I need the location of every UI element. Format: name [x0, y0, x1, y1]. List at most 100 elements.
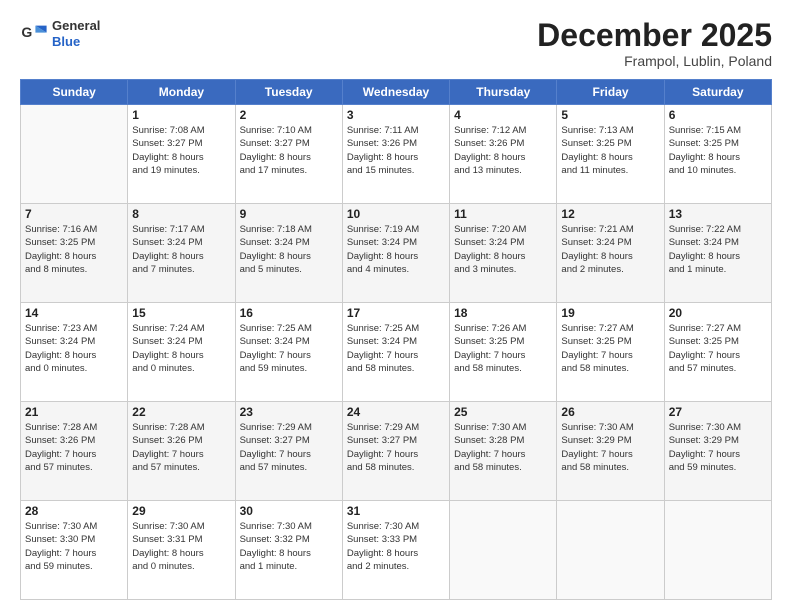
- week-row-0: 1 Sunrise: 7:08 AMSunset: 3:27 PMDaylight…: [21, 105, 772, 204]
- calendar-cell: 9 Sunrise: 7:18 AMSunset: 3:24 PMDaylight…: [235, 204, 342, 303]
- calendar-cell: 2Sunrise: 7:10 AMSunset: 3:27 PMDaylight…: [235, 105, 342, 204]
- title-block: December 2025 Frampol, Lublin, Poland: [537, 18, 772, 69]
- day-number: 5: [561, 108, 659, 122]
- day-info: Sunrise: 7:19 AMSunset: 3:24 PMDaylight:…: [347, 223, 445, 276]
- calendar-cell: 24 Sunrise: 7:29 AMSunset: 3:27 PMDayligh…: [342, 402, 449, 501]
- calendar-cell: 8 Sunrise: 7:17 AMSunset: 3:24 PMDaylight…: [128, 204, 235, 303]
- weekday-header-saturday: Saturday: [664, 80, 771, 105]
- day-number: 13: [669, 207, 767, 221]
- calendar: SundayMondayTuesdayWednesdayThursdayFrid…: [20, 79, 772, 600]
- day-number: 24: [347, 405, 445, 419]
- day-number: 7: [25, 207, 123, 221]
- header: G General Blue December 2025 Frampol, Lu…: [20, 18, 772, 69]
- day-number: 29: [132, 504, 230, 518]
- day-info: Sunrise: 7:30 AMSunset: 3:29 PMDaylight:…: [669, 421, 767, 474]
- calendar-cell: 23Sunrise: 7:29 AMSunset: 3:27 PMDayligh…: [235, 402, 342, 501]
- calendar-cell: 31 Sunrise: 7:30 AMSunset: 3:33 PMDayligh…: [342, 501, 449, 600]
- day-info: Sunrise: 7:24 AMSunset: 3:24 PMDaylight:…: [132, 322, 230, 375]
- day-number: 18: [454, 306, 552, 320]
- day-info: Sunrise: 7:27 AMSunset: 3:25 PMDaylight:…: [561, 322, 659, 375]
- day-info: Sunrise: 7:30 AMSunset: 3:30 PMDaylight:…: [25, 520, 123, 573]
- calendar-cell: 4 Sunrise: 7:12 AMSunset: 3:26 PMDaylight…: [450, 105, 557, 204]
- calendar-cell: 7 Sunrise: 7:16 AMSunset: 3:25 PMDaylight…: [21, 204, 128, 303]
- day-info: Sunrise: 7:29 AMSunset: 3:27 PMDaylight:…: [347, 421, 445, 474]
- day-info: Sunrise: 7:20 AMSunset: 3:24 PMDaylight:…: [454, 223, 552, 276]
- calendar-cell: 6 Sunrise: 7:15 AMSunset: 3:25 PMDaylight…: [664, 105, 771, 204]
- day-number: 19: [561, 306, 659, 320]
- day-number: 6: [669, 108, 767, 122]
- calendar-cell: 30Sunrise: 7:30 AMSunset: 3:32 PMDayligh…: [235, 501, 342, 600]
- day-number: 20: [669, 306, 767, 320]
- day-number: 4: [454, 108, 552, 122]
- day-info: Sunrise: 7:25 AMSunset: 3:24 PMDaylight:…: [240, 322, 338, 375]
- day-number: 27: [669, 405, 767, 419]
- day-info: Sunrise: 7:25 AMSunset: 3:24 PMDaylight:…: [347, 322, 445, 375]
- day-info: Sunrise: 7:08 AMSunset: 3:27 PMDaylight:…: [132, 124, 230, 177]
- day-info: Sunrise: 7:13 AMSunset: 3:25 PMDaylight:…: [561, 124, 659, 177]
- day-info: Sunrise: 7:30 AMSunset: 3:28 PMDaylight:…: [454, 421, 552, 474]
- calendar-cell: 15 Sunrise: 7:24 AMSunset: 3:24 PMDayligh…: [128, 303, 235, 402]
- page: G General Blue December 2025 Frampol, Lu…: [0, 0, 792, 612]
- weekday-header-wednesday: Wednesday: [342, 80, 449, 105]
- day-number: 26: [561, 405, 659, 419]
- day-number: 8: [132, 207, 230, 221]
- calendar-cell: 5 Sunrise: 7:13 AMSunset: 3:25 PMDaylight…: [557, 105, 664, 204]
- weekday-header-monday: Monday: [128, 80, 235, 105]
- day-info: Sunrise: 7:22 AMSunset: 3:24 PMDaylight:…: [669, 223, 767, 276]
- day-number: 12: [561, 207, 659, 221]
- day-info: Sunrise: 7:17 AMSunset: 3:24 PMDaylight:…: [132, 223, 230, 276]
- day-info: Sunrise: 7:26 AMSunset: 3:25 PMDaylight:…: [454, 322, 552, 375]
- day-number: 10: [347, 207, 445, 221]
- day-number: 25: [454, 405, 552, 419]
- weekday-header-sunday: Sunday: [21, 80, 128, 105]
- day-info: Sunrise: 7:30 AMSunset: 3:29 PMDaylight:…: [561, 421, 659, 474]
- week-row-3: 21 Sunrise: 7:28 AMSunset: 3:26 PMDayligh…: [21, 402, 772, 501]
- calendar-cell: 27 Sunrise: 7:30 AMSunset: 3:29 PMDayligh…: [664, 402, 771, 501]
- day-info: Sunrise: 7:28 AMSunset: 3:26 PMDaylight:…: [25, 421, 123, 474]
- day-info: Sunrise: 7:30 AMSunset: 3:32 PMDaylight:…: [240, 520, 338, 573]
- day-number: 21: [25, 405, 123, 419]
- day-number: 15: [132, 306, 230, 320]
- day-number: 31: [347, 504, 445, 518]
- calendar-cell: 17 Sunrise: 7:25 AMSunset: 3:24 PMDayligh…: [342, 303, 449, 402]
- day-number: 16: [240, 306, 338, 320]
- day-info: Sunrise: 7:12 AMSunset: 3:26 PMDaylight:…: [454, 124, 552, 177]
- day-number: 17: [347, 306, 445, 320]
- calendar-cell: [450, 501, 557, 600]
- day-info: Sunrise: 7:30 AMSunset: 3:31 PMDaylight:…: [132, 520, 230, 573]
- calendar-cell: 14Sunrise: 7:23 AMSunset: 3:24 PMDayligh…: [21, 303, 128, 402]
- calendar-cell: 13 Sunrise: 7:22 AMSunset: 3:24 PMDayligh…: [664, 204, 771, 303]
- day-number: 14: [25, 306, 123, 320]
- calendar-cell: 26 Sunrise: 7:30 AMSunset: 3:29 PMDayligh…: [557, 402, 664, 501]
- day-info: Sunrise: 7:18 AMSunset: 3:24 PMDaylight:…: [240, 223, 338, 276]
- day-number: 9: [240, 207, 338, 221]
- calendar-cell: [557, 501, 664, 600]
- calendar-cell: 10 Sunrise: 7:19 AMSunset: 3:24 PMDayligh…: [342, 204, 449, 303]
- calendar-cell: 18 Sunrise: 7:26 AMSunset: 3:25 PMDayligh…: [450, 303, 557, 402]
- calendar-cell: 19 Sunrise: 7:27 AMSunset: 3:25 PMDayligh…: [557, 303, 664, 402]
- day-info: Sunrise: 7:16 AMSunset: 3:25 PMDaylight:…: [25, 223, 123, 276]
- calendar-cell: 22 Sunrise: 7:28 AMSunset: 3:26 PMDayligh…: [128, 402, 235, 501]
- logo-text: General Blue: [52, 18, 100, 49]
- logo-icon: G: [20, 20, 48, 48]
- day-info: Sunrise: 7:29 AMSunset: 3:27 PMDaylight:…: [240, 421, 338, 474]
- day-info: Sunrise: 7:30 AMSunset: 3:33 PMDaylight:…: [347, 520, 445, 573]
- day-info: Sunrise: 7:15 AMSunset: 3:25 PMDaylight:…: [669, 124, 767, 177]
- calendar-cell: 16 Sunrise: 7:25 AMSunset: 3:24 PMDayligh…: [235, 303, 342, 402]
- day-number: 2: [240, 108, 338, 122]
- day-number: 3: [347, 108, 445, 122]
- calendar-cell: 11Sunrise: 7:20 AMSunset: 3:24 PMDayligh…: [450, 204, 557, 303]
- day-info: Sunrise: 7:28 AMSunset: 3:26 PMDaylight:…: [132, 421, 230, 474]
- day-number: 1: [132, 108, 230, 122]
- weekday-header-row: SundayMondayTuesdayWednesdayThursdayFrid…: [21, 80, 772, 105]
- calendar-cell: 21 Sunrise: 7:28 AMSunset: 3:26 PMDayligh…: [21, 402, 128, 501]
- calendar-cell: 28Sunrise: 7:30 AMSunset: 3:30 PMDayligh…: [21, 501, 128, 600]
- svg-text:G: G: [21, 23, 32, 39]
- day-info: Sunrise: 7:11 AMSunset: 3:26 PMDaylight:…: [347, 124, 445, 177]
- calendar-cell: 1 Sunrise: 7:08 AMSunset: 3:27 PMDaylight…: [128, 105, 235, 204]
- day-info: Sunrise: 7:21 AMSunset: 3:24 PMDaylight:…: [561, 223, 659, 276]
- calendar-cell: 25 Sunrise: 7:30 AMSunset: 3:28 PMDayligh…: [450, 402, 557, 501]
- month-title: December 2025: [537, 18, 772, 53]
- calendar-cell: 12 Sunrise: 7:21 AMSunset: 3:24 PMDayligh…: [557, 204, 664, 303]
- day-number: 22: [132, 405, 230, 419]
